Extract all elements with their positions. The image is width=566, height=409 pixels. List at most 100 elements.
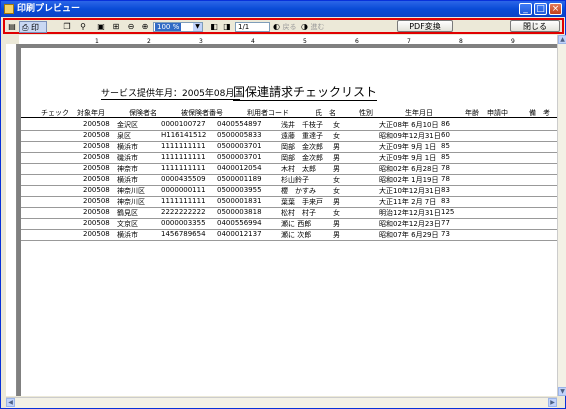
table-cell: 0400012137 <box>217 230 262 238</box>
table-cell: 大正11年 2月 7日 <box>379 198 437 206</box>
table-cell: 瀬に 西郎 <box>281 220 312 228</box>
table-cell: 200508 <box>83 186 110 194</box>
find-icon[interactable]: ⚲ <box>77 21 89 33</box>
pdf-convert-button[interactable]: PDF変換 <box>397 20 453 32</box>
column-header: 対象年月 <box>77 109 105 117</box>
vertical-ruler <box>6 44 17 396</box>
table-cell: 大正09年 9月 1日 <box>379 154 437 162</box>
table-cell: 昭和07年 6月29日 <box>379 231 439 239</box>
print-preview-window: 印刷プレビュー _ □ × ▤ ⎙ 印刷 ❐ ⚲ ▣ ⊞ ⊖ ⊕ 100 % ▼… <box>0 0 566 409</box>
multi-page-icon[interactable]: ⊞ <box>110 21 122 33</box>
minimize-button[interactable]: _ <box>519 3 532 15</box>
table-cell: 0500003818 <box>217 208 262 216</box>
table-cell: 昭和02年 1月19日 <box>379 176 439 184</box>
table-cell: 85 <box>441 153 450 161</box>
close-window-button[interactable]: × <box>549 3 562 15</box>
table-cell: 松村 村子 <box>281 209 316 217</box>
table-cell: 200508 <box>83 120 110 128</box>
table-cell: 神奈川区 <box>117 198 145 206</box>
table-cell: 60 <box>441 131 450 139</box>
table-cell: 0500003701 <box>217 142 262 150</box>
table-cell: 昭和02年 6月28日 <box>379 165 439 173</box>
report-subtitle: サービス提供年月：2005年08月 <box>101 86 241 100</box>
zoom-out-icon[interactable]: ⊖ <box>125 21 137 33</box>
report-title: 国保連請求チェックリスト <box>233 85 378 101</box>
table-cell: 2222222222 <box>161 208 206 216</box>
page-setup-icon[interactable]: ▤ <box>6 21 18 33</box>
last-page-icon[interactable]: ◨ <box>221 21 233 33</box>
printer-icon: ⎙ <box>22 23 29 32</box>
page-number-field[interactable]: 1/1 <box>235 22 270 32</box>
column-header: 保険者名 <box>129 109 157 117</box>
table-cell: 岡部 金次郎 <box>281 154 323 162</box>
zoom-in-icon[interactable]: ⊕ <box>139 21 151 33</box>
maximize-button[interactable]: □ <box>534 3 547 15</box>
table-cell: 1111111111 <box>161 164 206 172</box>
table-cell: 200508 <box>83 175 110 183</box>
table-cell: 0500005833 <box>217 131 262 139</box>
table-cell: H116141512 <box>161 131 207 139</box>
table-cell: 女 <box>333 187 340 195</box>
table-cell: 85 <box>441 142 450 150</box>
table-cell: 横浜市 <box>117 231 138 239</box>
table-cell: 女 <box>333 132 340 140</box>
table-cell: 瀬に 次郎 <box>281 231 312 239</box>
table-cell: 男 <box>333 165 340 173</box>
table-cell: 73 <box>441 230 450 238</box>
vertical-scrollbar[interactable]: ▲ ▼ <box>557 35 566 396</box>
table-cell: 大正09年 9月 1日 <box>379 143 437 151</box>
table-cell: 浅井 千枝子 <box>281 121 323 129</box>
table-cell: 遠藤 重達子 <box>281 132 323 140</box>
print-button[interactable]: ⎙ 印刷 <box>19 21 47 44</box>
table-cell: 女 <box>333 121 340 129</box>
close-button[interactable]: 閉じる <box>510 20 560 32</box>
single-page-icon[interactable]: ▣ <box>95 21 107 33</box>
scroll-up-arrow-icon[interactable]: ▲ <box>558 35 566 44</box>
table-cell: 200508 <box>83 142 110 150</box>
table-cell: 神奈市 <box>117 165 138 173</box>
table-cell: 男 <box>333 231 340 239</box>
table-cell: 0000003355 <box>161 219 206 227</box>
table-cell: 男 <box>333 143 340 151</box>
table-cell: 磯浜市 <box>117 154 138 162</box>
column-header: 氏 名 <box>315 109 336 117</box>
table-cell: 岡部 金次郎 <box>281 143 323 151</box>
preview-viewport[interactable]: サービス提供年月：2005年08月 国保連請求チェックリスト チェック 対象年月… <box>17 44 557 396</box>
table-cell: 木村 太郎 <box>281 165 316 173</box>
scroll-down-arrow-icon[interactable]: ▼ <box>558 387 566 396</box>
table-cell: 200508 <box>83 153 110 161</box>
table-cell: 1456789654 <box>161 230 206 238</box>
table-cell: 杉山鈴子 <box>281 176 309 184</box>
table-cell: 200508 <box>83 219 110 227</box>
first-page-icon[interactable]: ◧ <box>208 21 220 33</box>
table-cell: 男 <box>333 154 340 162</box>
table-row: 200508 横浜市 1456789654 0400012137 瀬に 次郎 男 昭和07年… <box>21 229 557 241</box>
table-cell: 77 <box>441 219 450 227</box>
table-cell: 神奈川区 <box>117 187 145 195</box>
chevron-down-icon: ▼ <box>193 23 202 31</box>
table-cell: 200508 <box>83 164 110 172</box>
column-header: 被保険者番号 <box>181 109 223 117</box>
table-cell: 大正10年12月31日 <box>379 187 441 195</box>
copy-icon[interactable]: ❐ <box>61 21 73 33</box>
table-cell: 泉区 <box>117 132 131 140</box>
table-cell: 文京区 <box>117 220 138 228</box>
report-page: サービス提供年月：2005年08月 国保連請求チェックリスト チェック 対象年月… <box>21 48 557 396</box>
table-cell: 鶴見区 <box>117 209 138 217</box>
table-cell: 200508 <box>83 131 110 139</box>
zoom-select[interactable]: 100 % ▼ <box>153 22 203 32</box>
table-cell: 大正08年 6月10日 <box>379 121 439 129</box>
scroll-left-arrow-icon[interactable]: ◀ <box>6 398 15 407</box>
table-cell: 0000435509 <box>161 175 206 183</box>
table-cell: 0500001189 <box>217 175 262 183</box>
scroll-right-arrow-icon[interactable]: ▶ <box>548 398 557 407</box>
table-cell: 83 <box>441 197 450 205</box>
table-cell: 86 <box>441 120 450 128</box>
horizontal-scrollbar[interactable]: ◀ ▶ <box>6 397 557 408</box>
forward-button[interactable]: ◑ 進む <box>301 21 325 33</box>
table-cell: 1111111111 <box>161 153 206 161</box>
table-cell: 女 <box>333 209 340 217</box>
window-title: 印刷プレビュー <box>17 4 81 14</box>
table-cell: 男 <box>333 198 340 206</box>
back-button[interactable]: ◐ 戻る <box>273 21 297 33</box>
